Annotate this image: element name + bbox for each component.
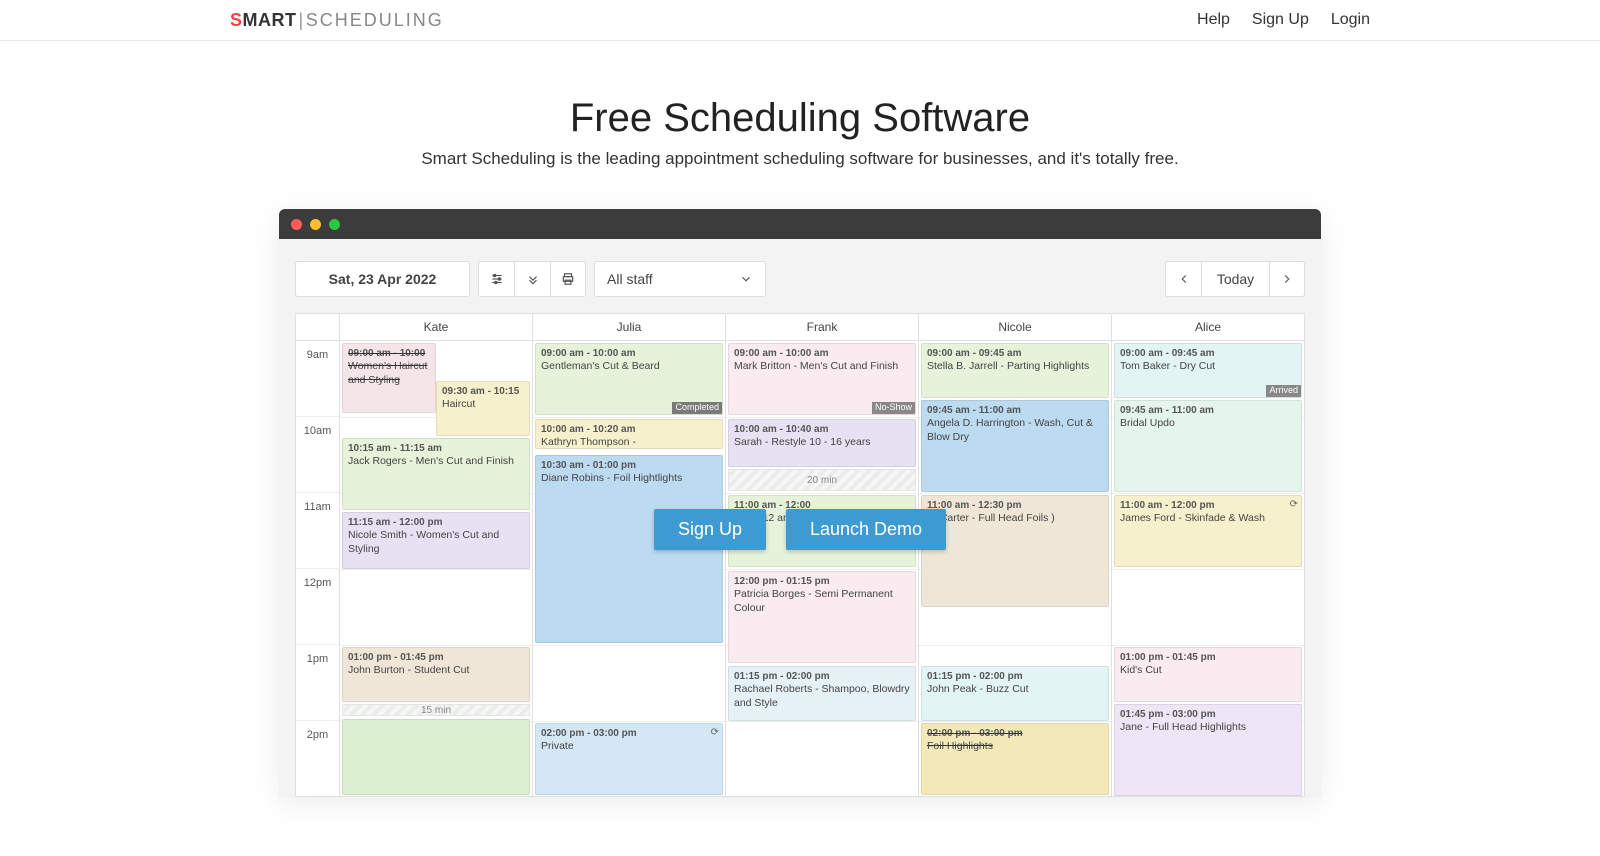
window-titlebar bbox=[279, 209, 1321, 239]
date-nav-group: Today bbox=[1165, 261, 1305, 297]
status-badge: No-Show bbox=[872, 402, 915, 414]
event[interactable]: 10:15 am - 11:15 amJack Rogers - Men's C… bbox=[342, 438, 530, 510]
prev-day-button[interactable] bbox=[1165, 261, 1201, 297]
gap-indicator: 15 min bbox=[342, 704, 530, 716]
next-day-button[interactable] bbox=[1269, 261, 1305, 297]
event[interactable]: 12:00 pm - 01:15 pmPatricia Borges - Sem… bbox=[728, 571, 916, 663]
event[interactable]: 09:00 am - 10:00 amGentleman's Cut & Bea… bbox=[535, 343, 723, 415]
column-header: Kate bbox=[340, 314, 533, 340]
cta-overlay: Sign Up Launch Demo bbox=[279, 509, 1321, 550]
chevron-right-icon bbox=[1280, 272, 1294, 286]
time-label: 2pm bbox=[296, 721, 339, 796]
event[interactable]: 09:00 am - 09:45 amTom Baker - Dry CutAr… bbox=[1114, 343, 1302, 398]
event[interactable]: 09:30 am - 10:15Haircut bbox=[436, 381, 530, 436]
calendar-toolbar: Sat, 23 Apr 2022 All staff bbox=[295, 261, 1305, 297]
hero-title: Free Scheduling Software bbox=[0, 96, 1600, 141]
event[interactable]: 01:00 pm - 01:45 pmJohn Burton - Student… bbox=[342, 647, 530, 702]
staff-column-julia[interactable]: 09:00 am - 10:00 amGentleman's Cut & Bea… bbox=[533, 341, 726, 796]
print-button[interactable] bbox=[550, 261, 586, 297]
column-header: Frank bbox=[726, 314, 919, 340]
event[interactable]: 09:45 am - 11:00 amAngela D. Harrington … bbox=[921, 400, 1109, 492]
printer-icon bbox=[561, 272, 575, 286]
hero-section: Free Scheduling Software Smart Schedulin… bbox=[0, 96, 1600, 169]
staff-column-kate[interactable]: 09:00 am - 10:00Women's Haircut and Styl… bbox=[340, 341, 533, 796]
today-button[interactable]: Today bbox=[1201, 261, 1269, 297]
view-options-group bbox=[478, 261, 586, 297]
calendar-body: 9am 10am 11am 12pm 1pm 2pm 09:00 am - 10… bbox=[296, 341, 1304, 796]
signup-button[interactable]: Sign Up bbox=[654, 509, 766, 550]
time-label: 1pm bbox=[296, 645, 339, 721]
event[interactable]: 01:15 pm - 02:00 pmRachael Roberts - Sha… bbox=[728, 666, 916, 721]
staff-select-label: All staff bbox=[607, 271, 653, 287]
logo[interactable]: SMART|SCHEDULING bbox=[230, 10, 444, 31]
top-navbar: SMART|SCHEDULING Help Sign Up Login bbox=[0, 0, 1600, 41]
event[interactable]: 10:00 am - 10:40 amSarah - Restyle 10 - … bbox=[728, 419, 916, 467]
launch-demo-button[interactable]: Launch Demo bbox=[786, 509, 946, 550]
event[interactable] bbox=[342, 719, 530, 795]
time-label: 12pm bbox=[296, 569, 339, 645]
event[interactable]: 09:00 am - 09:45 amStella B. Jarrell - P… bbox=[921, 343, 1109, 398]
event[interactable]: 01:00 pm - 01:45 pmKid's Cut bbox=[1114, 647, 1302, 702]
nav-links: Help Sign Up Login bbox=[1197, 11, 1370, 29]
staff-select[interactable]: All staff bbox=[594, 261, 766, 297]
nav-signup[interactable]: Sign Up bbox=[1252, 11, 1309, 29]
chevron-left-icon bbox=[1177, 272, 1191, 286]
chevrons-down-icon bbox=[526, 272, 540, 286]
event[interactable]: 09:00 am - 10:00Women's Haircut and Styl… bbox=[342, 343, 436, 413]
recurring-icon: ⟳ bbox=[711, 726, 719, 739]
collapse-button[interactable] bbox=[514, 261, 550, 297]
sliders-icon bbox=[490, 272, 504, 286]
close-icon[interactable] bbox=[291, 219, 302, 230]
minimize-icon[interactable] bbox=[310, 219, 321, 230]
event[interactable]: 10:00 am - 10:20 amKathryn Thompson - bbox=[535, 419, 723, 449]
staff-column-alice[interactable]: 09:00 am - 09:45 amTom Baker - Dry CutAr… bbox=[1112, 341, 1304, 796]
calendar-grid: Kate Julia Frank Nicole Alice 9am 10am 1… bbox=[295, 313, 1305, 797]
app-window: Sat, 23 Apr 2022 All staff bbox=[279, 209, 1321, 797]
hero-subtitle: Smart Scheduling is the leading appointm… bbox=[0, 149, 1600, 169]
staff-column-frank[interactable]: 09:00 am - 10:00 amMark Britton - Men's … bbox=[726, 341, 919, 796]
event[interactable]: 01:15 pm - 02:00 pmJohn Peak - Buzz Cut bbox=[921, 666, 1109, 721]
maximize-icon[interactable] bbox=[329, 219, 340, 230]
gap-indicator: 20 min bbox=[728, 469, 916, 491]
time-label: 10am bbox=[296, 417, 339, 493]
nav-help[interactable]: Help bbox=[1197, 11, 1230, 29]
time-gutter: 9am 10am 11am 12pm 1pm 2pm bbox=[296, 341, 340, 796]
event[interactable]: 02:00 pm - 03:00 pmFoil Highlights bbox=[921, 723, 1109, 795]
column-header: Julia bbox=[533, 314, 726, 340]
nav-login[interactable]: Login bbox=[1331, 11, 1370, 29]
chevron-down-icon bbox=[739, 272, 753, 286]
event[interactable]: 01:45 pm - 03:00 pmJane - Full Head High… bbox=[1114, 704, 1302, 796]
status-badge: Arrived bbox=[1266, 385, 1301, 397]
column-header: Alice bbox=[1112, 314, 1304, 340]
staff-column-nicole[interactable]: 09:00 am - 09:45 amStella B. Jarrell - P… bbox=[919, 341, 1112, 796]
date-picker-button[interactable]: Sat, 23 Apr 2022 bbox=[295, 261, 470, 297]
time-label: 9am bbox=[296, 341, 339, 417]
event[interactable]: 02:00 pm - 03:00 pmPrivate⟳ bbox=[535, 723, 723, 795]
filter-button[interactable] bbox=[478, 261, 514, 297]
column-headers: Kate Julia Frank Nicole Alice bbox=[296, 314, 1304, 341]
event[interactable]: 09:00 am - 10:00 amMark Britton - Men's … bbox=[728, 343, 916, 415]
column-header: Nicole bbox=[919, 314, 1112, 340]
event[interactable]: 09:45 am - 11:00 amBridal Updo bbox=[1114, 400, 1302, 492]
status-badge: Completed bbox=[672, 402, 722, 414]
